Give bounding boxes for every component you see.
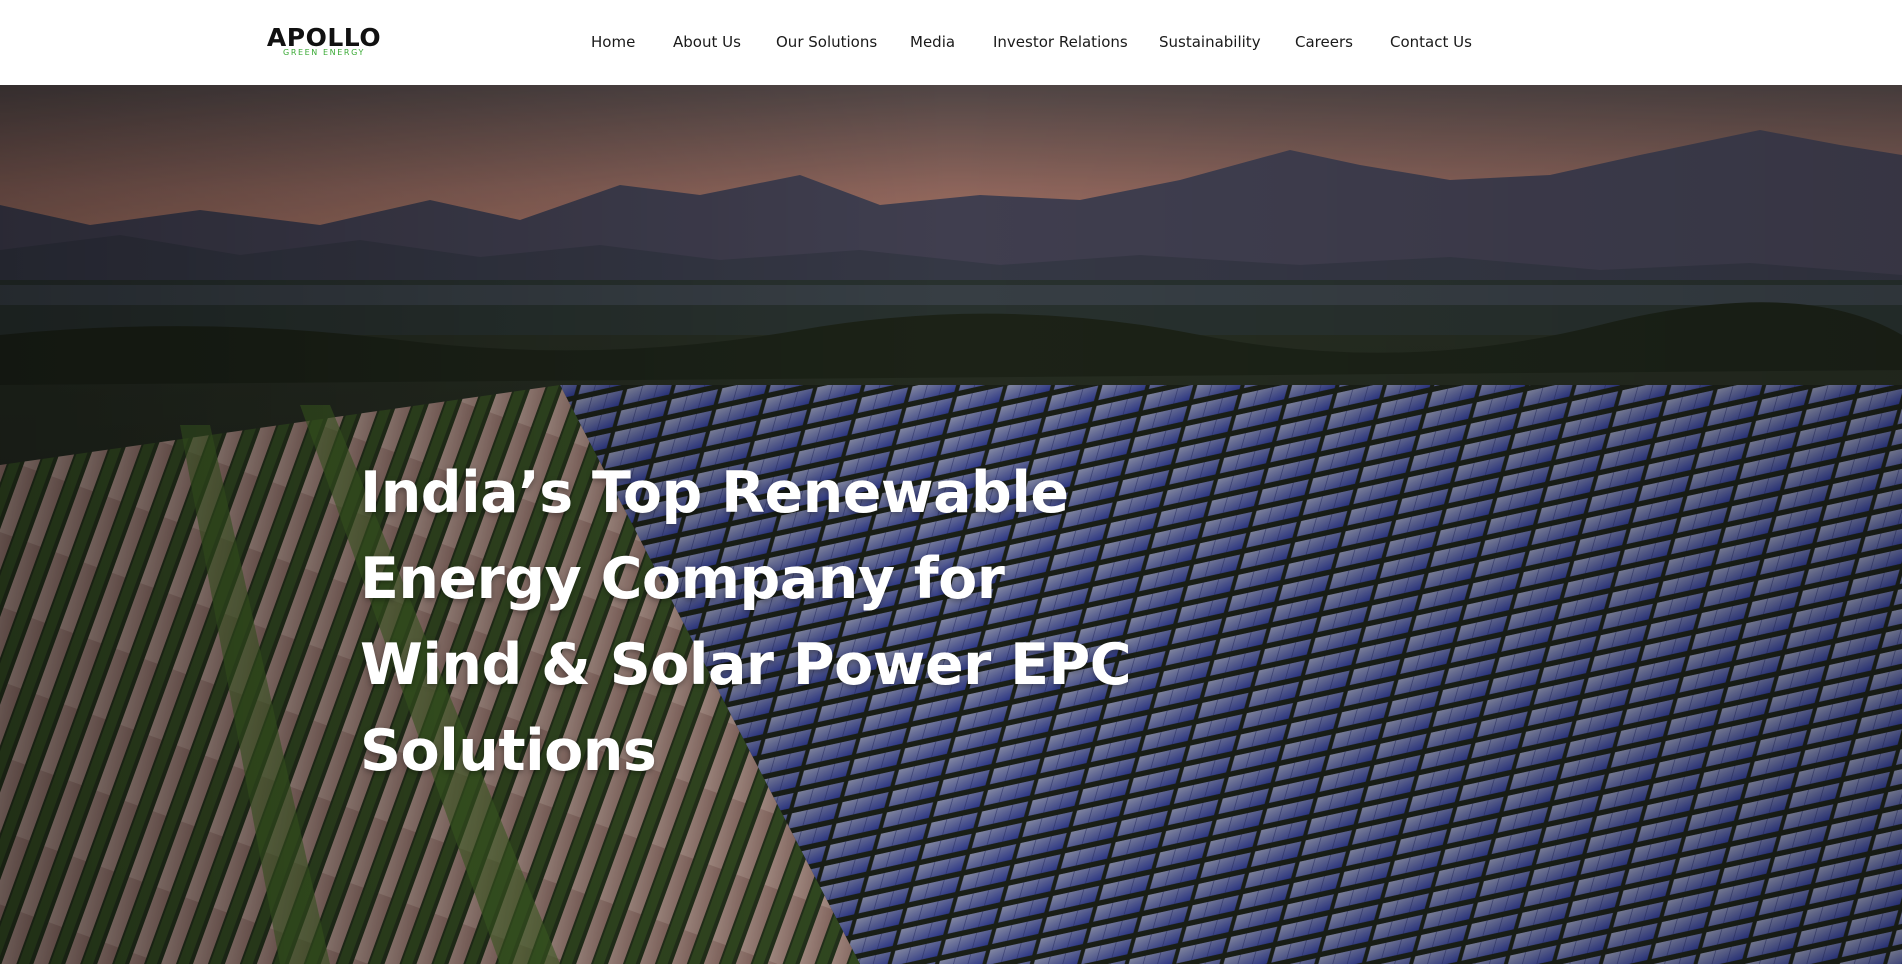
hero-heading: India’s Top Renewable Energy Company for… (360, 450, 1132, 794)
nav-home[interactable]: Home (591, 31, 635, 53)
site-header: APOLLO GREEN ENERGY Home About Us Our So… (0, 0, 1902, 85)
hero-banner: India’s Top Renewable Energy Company for… (0, 85, 1902, 964)
hero-heading-line: Wind & Solar Power EPC (360, 632, 1132, 698)
nav-careers[interactable]: Careers (1295, 31, 1353, 53)
hero-heading-line: Solutions (360, 718, 657, 784)
nav-media[interactable]: Media (910, 31, 955, 53)
nav-investor-relations[interactable]: Investor Relations (993, 31, 1128, 53)
main-navigation: Home About Us Our Solutions Media Invest… (0, 0, 1902, 85)
nav-about-us[interactable]: About Us (673, 31, 741, 53)
nav-contact-us[interactable]: Contact Us (1390, 31, 1472, 53)
hero-heading-line: Energy Company for (360, 546, 1005, 612)
nav-sustainability[interactable]: Sustainability (1159, 31, 1261, 53)
nav-our-solutions[interactable]: Our Solutions (776, 31, 877, 53)
hero-heading-line: India’s Top Renewable (360, 460, 1069, 526)
